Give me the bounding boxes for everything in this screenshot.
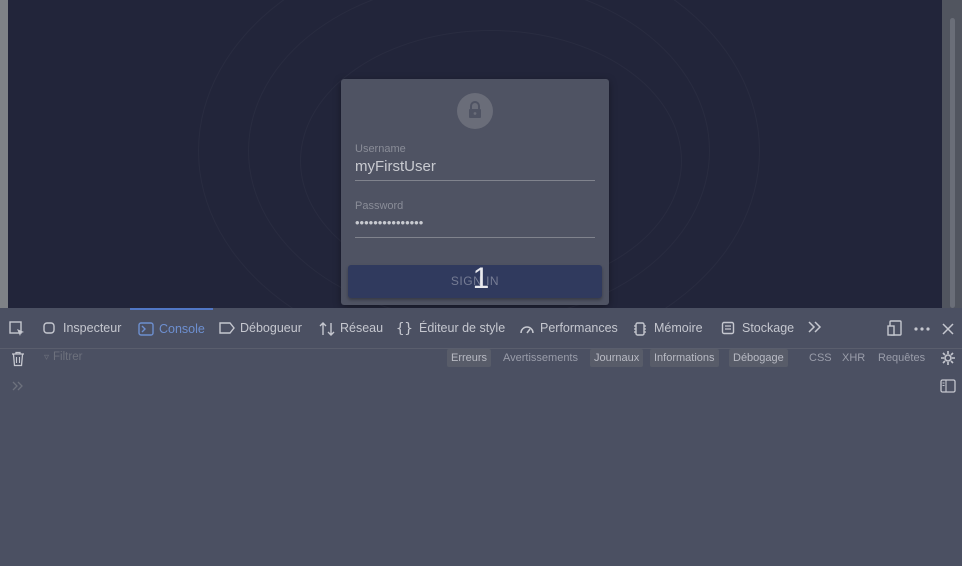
password-label: Password [355,200,404,212]
username-field[interactable]: Username myFirstUser [355,143,595,181]
console-toolbar: ▿ Filtrer Erreurs Avertissements Journaux… [0,348,962,370]
storage-icon [721,321,735,335]
tab-storage-label: Stockage [742,321,795,335]
tab-inspector-label: Inspecteur [63,321,122,335]
console-filter-input[interactable]: ▿ Filtrer [44,351,82,363]
tab-performance[interactable]: Performances [519,308,618,348]
page-scrollbar[interactable] [942,0,962,308]
console-settings-gear-icon[interactable] [940,350,956,370]
tab-performance-label: Performances [540,321,618,335]
tab-memory[interactable]: Mémoire [633,308,703,348]
memory-chip-icon [633,321,647,336]
filter-xhr-button[interactable]: XHR [838,349,869,367]
filter-debug-button[interactable]: Débogage [729,349,788,367]
braces-icon: {} [396,321,413,337]
tab-style-editor[interactable]: {} Éditeur de style [396,308,505,348]
tab-console[interactable]: Console [130,308,213,348]
tab-debugger-label: Débogueur [240,321,302,335]
overlay-counter: 1 [472,262,490,295]
filter-requests-button[interactable]: Requêtes [874,349,929,367]
tab-network-label: Réseau [340,321,384,335]
filter-info-button[interactable]: Informations [650,349,719,367]
browser-page: Username myFirstUser Password ••••••••••… [0,0,962,308]
tab-storage[interactable]: Stockage [721,308,794,348]
element-picker-icon[interactable] [9,321,25,341]
console-filter-placeholder: Filtrer [53,351,83,363]
close-icon[interactable] [941,321,955,340]
tab-debugger[interactable]: Débogueur [219,308,302,348]
username-label: Username [355,143,406,155]
more-options-icon[interactable] [913,321,931,340]
gauge-icon [519,321,534,335]
inspector-icon [42,321,56,335]
tab-network[interactable]: Réseau [319,308,383,348]
network-icon [319,321,335,336]
tab-console-label: Console [159,322,205,336]
filter-css-button[interactable]: CSS [805,349,836,367]
scrollbar-thumb[interactable] [950,18,955,308]
tab-inspector[interactable]: Inspecteur [42,308,121,348]
tab-style-editor-label: Éditeur de style [419,321,506,335]
trash-icon[interactable] [11,351,25,371]
password-field[interactable]: Password ••••••••••••••• [355,200,595,238]
editor-mode-toggle-icon[interactable] [940,378,956,397]
filter-errors-button[interactable]: Erreurs [447,349,492,367]
dock-side-icon[interactable] [887,320,903,340]
password-input[interactable]: ••••••••••••••• [355,215,595,238]
tab-memory-label: Mémoire [654,321,703,335]
filter-logs-button[interactable]: Journaux [590,349,644,367]
lock-icon [469,101,481,118]
lock-avatar [457,93,493,129]
console-icon [138,322,154,336]
devtools-tabbar: Inspecteur Console Débogueur Réseau {} É… [0,308,962,349]
filter-warnings-button[interactable]: Avertissements [499,349,582,367]
more-tools-chevron-icon[interactable] [806,319,822,339]
debugger-icon [219,321,235,335]
username-input[interactable]: myFirstUser [355,158,595,181]
filter-icon: ▿ [44,352,50,363]
console-prompt-chevron-icon [11,378,25,397]
